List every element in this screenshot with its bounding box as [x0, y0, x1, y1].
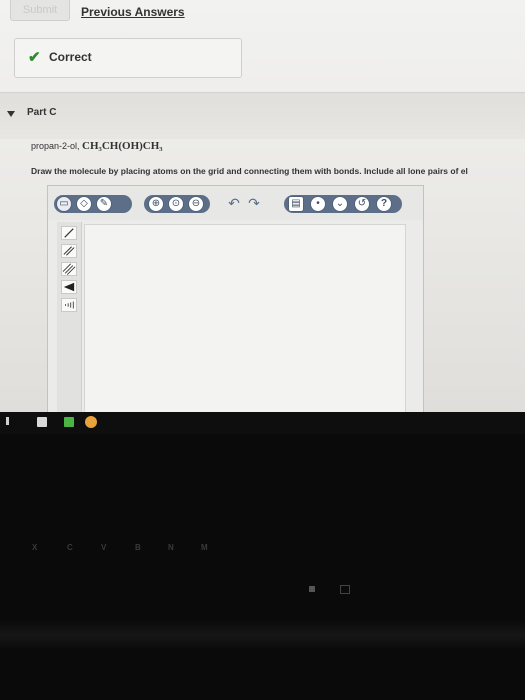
zoom-fit-icon[interactable]: ⊙: [168, 196, 184, 212]
template-icon[interactable]: ▤: [288, 196, 304, 212]
eraser-icon[interactable]: ◇: [76, 196, 92, 212]
browser-page: Submit Previous Answers ✔ Correct Part C…: [0, 0, 525, 412]
single-bond-icon[interactable]: [61, 226, 77, 240]
key-m: M: [201, 543, 208, 552]
compound-name: propan-2-ol,: [31, 141, 80, 151]
help-icon[interactable]: ?: [376, 196, 392, 212]
toolbar-group-zoom: ⊕ ⊙ ⊖: [144, 195, 210, 213]
caret-down-icon[interactable]: [7, 111, 15, 117]
keyboard-bottom-row: [0, 580, 525, 600]
key-b: B: [135, 543, 141, 552]
keyboard-glare: [0, 620, 525, 650]
store-icon[interactable]: [37, 417, 47, 427]
triple-bond-icon[interactable]: [61, 262, 77, 276]
key-mark: [309, 586, 315, 592]
drawing-canvas[interactable]: [84, 224, 406, 412]
part-header[interactable]: Part C: [0, 92, 525, 139]
app-icon[interactable]: [64, 417, 74, 427]
instruction-text: Draw the molecule by placing atoms on th…: [31, 166, 468, 176]
toolbar-group-misc: ▤ • ⌄ ↺ ?: [284, 195, 402, 213]
compound-formula: CH₃CH(OH)CH₃: [82, 140, 163, 152]
previous-answers-link[interactable]: Previous Answers: [81, 5, 185, 19]
undo-icon[interactable]: ↶: [226, 196, 242, 212]
feedback-box: ✔ Correct: [14, 38, 242, 78]
dash-bond-icon[interactable]: [61, 298, 77, 312]
taskbar: [0, 412, 525, 434]
key-c: C: [67, 543, 73, 552]
key-mark-2: [340, 585, 350, 594]
editor-toolbar: ▭ ◇ ✎ ⊕ ⊙ ⊖ ↶ ↷ ▤ • ⌄ ↺ ?: [48, 186, 423, 220]
key-v: V: [101, 543, 107, 552]
key-n: N: [168, 543, 174, 552]
chrome-icon[interactable]: [85, 416, 97, 428]
compound-line: propan-2-ol, CH₃CH(OH)CH₃: [31, 140, 163, 152]
keyboard-row: X C V B N M: [0, 543, 525, 563]
molecule-editor: ▭ ◇ ✎ ⊕ ⊙ ⊖ ↶ ↷ ▤ • ⌄ ↺ ?: [47, 185, 424, 412]
info-icon[interactable]: •: [310, 196, 326, 212]
more-icon[interactable]: ⌄: [332, 196, 348, 212]
bond-toolbar: [57, 222, 82, 412]
submit-button[interactable]: Submit: [10, 0, 70, 21]
taskbar-edge-icon[interactable]: [6, 417, 9, 425]
part-title: Part C: [27, 107, 57, 118]
redo-icon[interactable]: ↷: [246, 196, 262, 212]
wedge-bond-icon[interactable]: [61, 280, 77, 294]
reset-icon[interactable]: ↺: [354, 196, 370, 212]
select-lasso-icon[interactable]: ▭: [56, 196, 72, 212]
pencil-icon[interactable]: ✎: [96, 196, 112, 212]
zoom-out-icon[interactable]: ⊖: [188, 196, 204, 212]
feedback-label: Correct: [49, 50, 92, 64]
key-x: X: [32, 543, 38, 552]
checkmark-icon: ✔: [28, 49, 41, 66]
zoom-in-icon[interactable]: ⊕: [148, 196, 164, 212]
toolbar-group-edit: ▭ ◇ ✎: [54, 195, 132, 213]
double-bond-icon[interactable]: [61, 244, 77, 258]
